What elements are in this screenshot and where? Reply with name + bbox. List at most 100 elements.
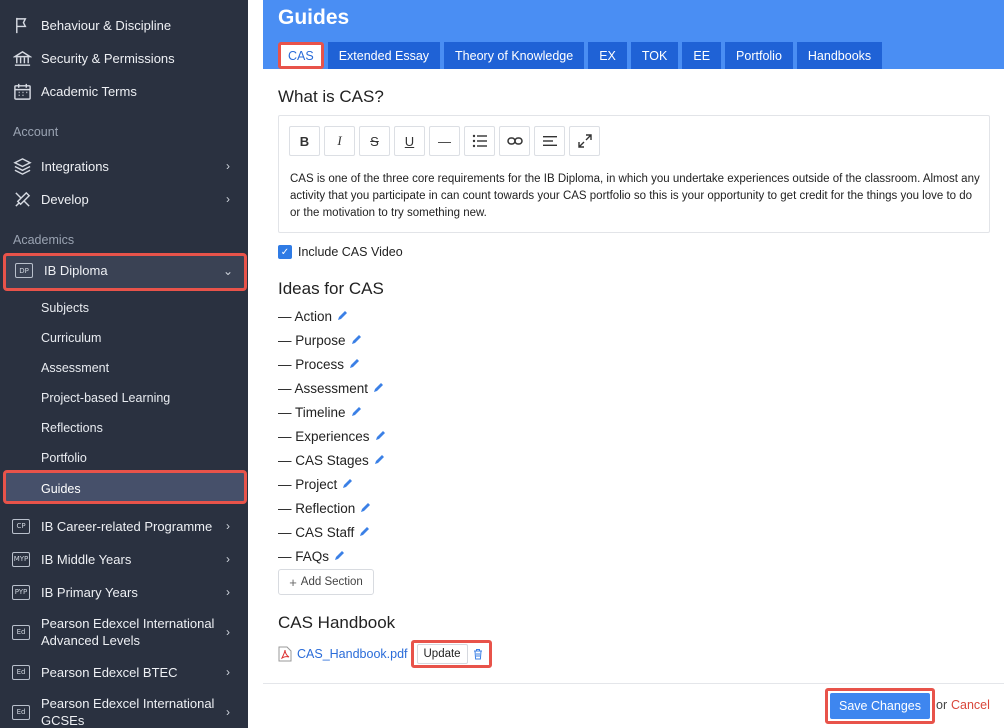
chevron-right-icon: › xyxy=(226,159,230,173)
tab-bar: CAS Extended Essay Theory of Knowledge E… xyxy=(278,42,886,69)
sidebar-item-academic-terms[interactable]: Academic Terms xyxy=(12,79,242,103)
sidebar-item-edexcel-gcse[interactable]: Ed Pearson Edexcel International GCSEs › xyxy=(12,695,242,728)
align-button[interactable] xyxy=(534,126,565,156)
editor-toolbar: B I S U — xyxy=(289,126,604,156)
page-title: Guides xyxy=(278,6,350,29)
section-header-academics: Academics xyxy=(13,233,75,247)
sidebar-item-label: Security & Permissions xyxy=(41,50,175,66)
trash-icon[interactable] xyxy=(470,644,486,664)
sidebar-item-ib-career[interactable]: CP IB Career-related Programme › xyxy=(12,514,242,538)
link-icon xyxy=(506,137,523,145)
sidebar-item-behaviour[interactable]: Behaviour & Discipline xyxy=(12,13,242,37)
chevron-right-icon: › xyxy=(226,625,230,639)
sidebar-subitem-assessment[interactable]: Assessment xyxy=(41,361,109,375)
handbook-heading: CAS Handbook xyxy=(278,613,396,632)
pencil-icon[interactable] xyxy=(372,382,384,394)
tab-ex[interactable]: EX xyxy=(588,42,627,69)
link-button[interactable] xyxy=(499,126,530,156)
sidebar-item-develop[interactable]: Develop › xyxy=(12,187,242,211)
horizontal-rule-button[interactable]: — xyxy=(429,126,460,156)
sidebar-item-label: Develop xyxy=(41,191,89,207)
pencil-icon[interactable] xyxy=(373,454,385,466)
label-line-1: Pearson Edexcel International xyxy=(41,696,215,711)
pyp-badge-icon: PYP xyxy=(12,584,30,600)
pencil-icon[interactable] xyxy=(348,358,360,370)
pencil-icon[interactable] xyxy=(350,406,362,418)
cancel-link[interactable]: Cancel xyxy=(951,698,990,712)
list-item: — Reflection xyxy=(278,496,386,520)
label-line-2: Advanced Levels xyxy=(41,633,141,648)
list-item: — CAS Staff xyxy=(278,520,386,544)
update-button[interactable]: Update xyxy=(416,644,468,664)
tab-tok[interactable]: TOK xyxy=(630,42,679,69)
handbook-file-row: CAS_Handbook.pdf Update xyxy=(278,640,492,668)
bold-button[interactable]: B xyxy=(289,126,320,156)
sidebar-subitem-guides[interactable]: Guides xyxy=(3,470,247,504)
tab-extended-essay[interactable]: Extended Essay xyxy=(327,42,441,69)
list-item: — Purpose xyxy=(278,328,386,352)
strikethrough-button[interactable]: S xyxy=(359,126,390,156)
list-button[interactable] xyxy=(464,126,495,156)
idea-label: — Timeline xyxy=(278,404,346,420)
list-item: — Project xyxy=(278,472,386,496)
list-item: — Timeline xyxy=(278,400,386,424)
ideas-list: — Action — Purpose — Process — Assessmen… xyxy=(278,304,386,568)
tab-theory-of-knowledge[interactable]: Theory of Knowledge xyxy=(444,42,585,69)
page-header: Guides CAS Extended Essay Theory of Know… xyxy=(263,0,1004,69)
italic-button[interactable]: I xyxy=(324,126,355,156)
pencil-icon[interactable] xyxy=(336,310,348,322)
sidebar-item-label: Pearson Edexcel International Advanced Le… xyxy=(41,615,226,649)
pencil-icon[interactable] xyxy=(359,502,371,514)
plus-icon: + xyxy=(289,574,297,590)
editor-content[interactable]: CAS is one of the three core requirement… xyxy=(290,171,985,222)
idea-label: — Experiences xyxy=(278,428,370,444)
underline-button[interactable]: U xyxy=(394,126,425,156)
sidebar-subitem-reflections[interactable]: Reflections xyxy=(41,421,103,435)
handbook-file-link[interactable]: CAS_Handbook.pdf xyxy=(297,647,408,661)
include-video-row[interactable]: ✓ Include CAS Video xyxy=(278,245,403,259)
tab-cas[interactable]: CAS xyxy=(278,42,324,69)
sidebar-item-security[interactable]: Security & Permissions xyxy=(12,46,242,70)
sidebar-subitem-portfolio[interactable]: Portfolio xyxy=(41,451,87,465)
save-changes-button[interactable]: Save Changes xyxy=(830,693,930,719)
ideas-heading: Ideas for CAS xyxy=(278,279,384,298)
pencil-icon[interactable] xyxy=(350,334,362,346)
idea-label: — Project xyxy=(278,476,338,492)
pencil-icon[interactable] xyxy=(358,526,370,538)
sidebar-item-label: Academic Terms xyxy=(41,83,137,99)
expand-button[interactable] xyxy=(569,126,600,156)
sidebar-item-edexcel-advanced[interactable]: Ed Pearson Edexcel International Advanced… xyxy=(12,615,242,649)
include-video-label: Include CAS Video xyxy=(298,245,403,259)
list-item: — Process xyxy=(278,352,386,376)
what-is-heading: What is CAS? xyxy=(278,87,384,106)
list-item: — FAQs xyxy=(278,544,386,568)
rich-text-editor[interactable]: B I S U — CAS is one of the three core r… xyxy=(278,115,990,233)
idea-label: — Action xyxy=(278,308,333,324)
sidebar-subitem-curriculum[interactable]: Curriculum xyxy=(41,331,101,345)
ed-badge-icon: Ed xyxy=(12,704,30,720)
sidebar-subitem-project-based-learning[interactable]: Project-based Learning xyxy=(41,391,170,405)
tab-portfolio[interactable]: Portfolio xyxy=(725,42,793,69)
pencil-icon[interactable] xyxy=(374,430,386,442)
tools-icon xyxy=(12,189,32,209)
cp-badge-icon: CP xyxy=(12,518,30,534)
list-item: — CAS Stages xyxy=(278,448,386,472)
pencil-icon[interactable] xyxy=(333,550,345,562)
sidebar-item-ib-middle-years[interactable]: MYP IB Middle Years › xyxy=(12,547,242,571)
sidebar-subitem-subjects[interactable]: Subjects xyxy=(41,301,89,315)
sidebar-item-integrations[interactable]: Integrations › xyxy=(12,154,242,178)
list-item: — Action xyxy=(278,304,386,328)
include-video-checkbox[interactable]: ✓ xyxy=(278,245,292,259)
save-highlight: Save Changes xyxy=(825,688,935,724)
chevron-right-icon: › xyxy=(226,665,230,679)
update-controls: Update xyxy=(410,640,492,668)
section-header-account: Account xyxy=(13,125,59,139)
sidebar-item-ib-primary-years[interactable]: PYP IB Primary Years › xyxy=(12,580,242,604)
tab-ee[interactable]: EE xyxy=(682,42,722,69)
sidebar-item-ib-diploma[interactable]: DP IB Diploma ⌄ xyxy=(3,253,247,291)
pencil-icon[interactable] xyxy=(341,478,353,490)
sidebar-item-edexcel-btec[interactable]: Ed Pearson Edexcel BTEC › xyxy=(12,660,242,684)
add-section-button[interactable]: + Add Section xyxy=(278,569,374,595)
tab-handbooks[interactable]: Handbooks xyxy=(796,42,883,69)
add-section-label: Add Section xyxy=(300,576,363,588)
